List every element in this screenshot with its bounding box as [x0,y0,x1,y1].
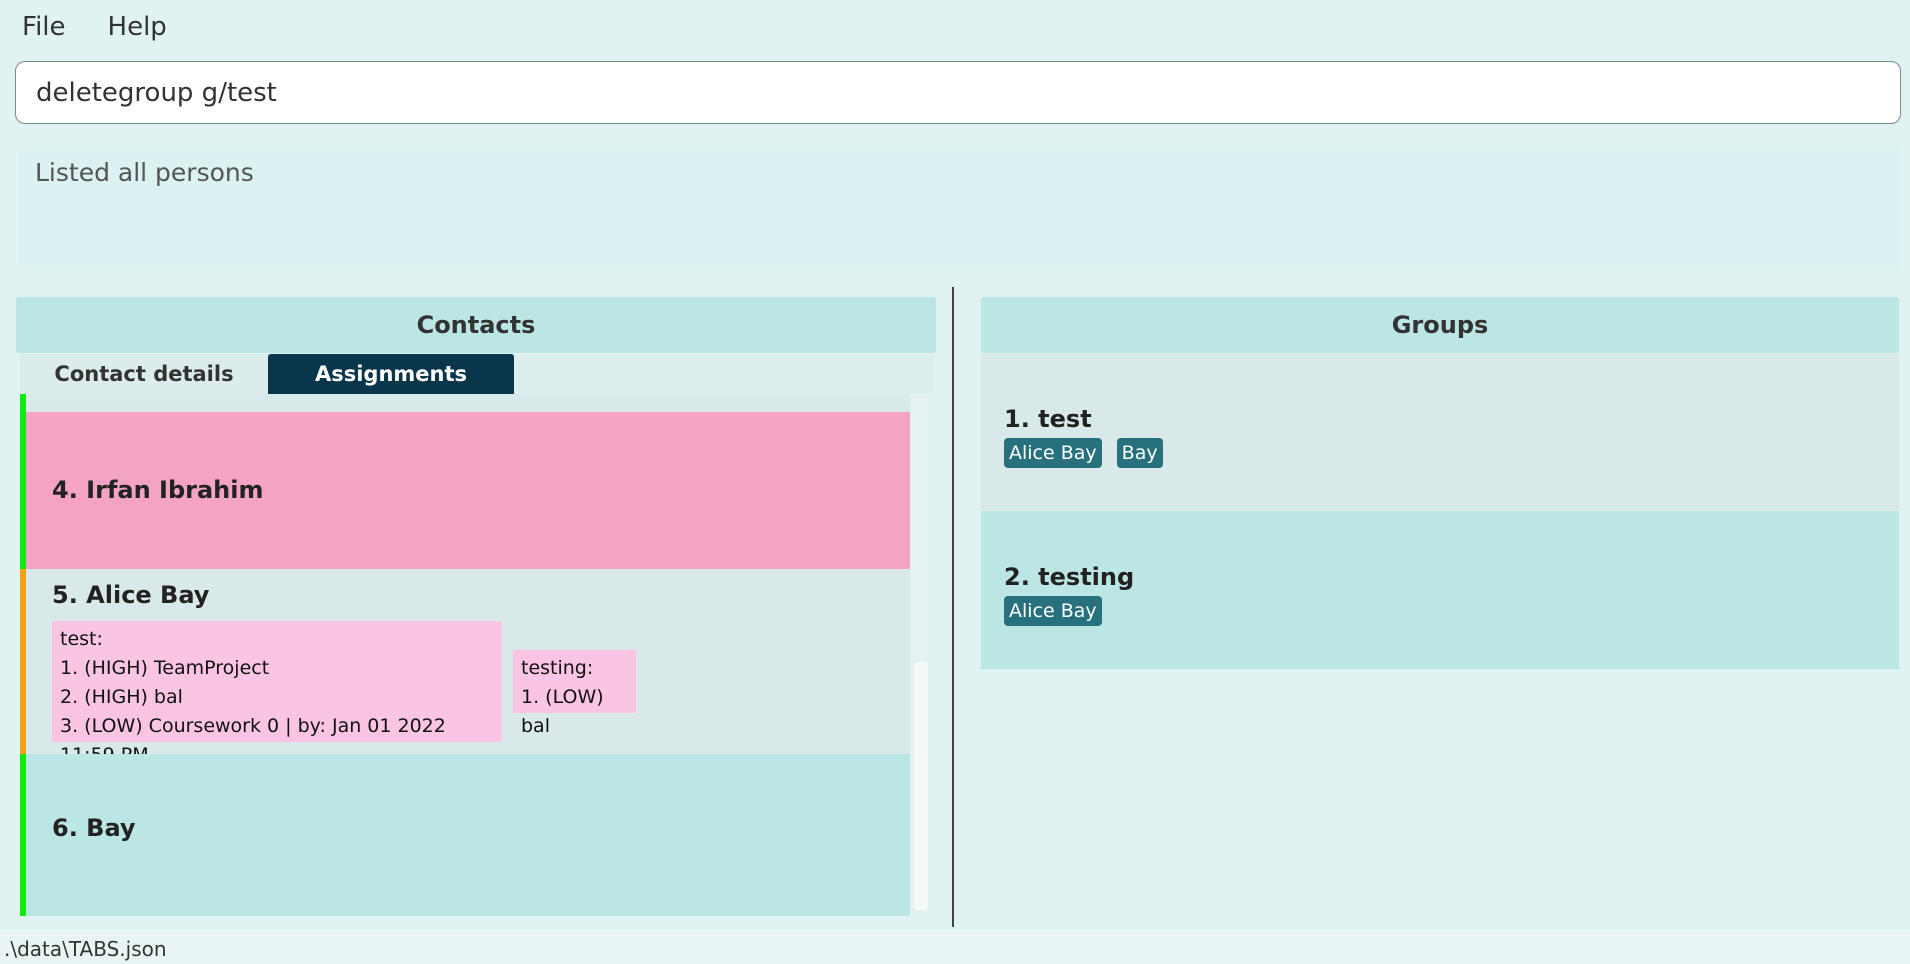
command-input[interactable] [15,61,1901,124]
group-card-test[interactable]: 1. test Alice Bay Bay [981,353,1899,511]
member-tag: Alice Bay [1004,438,1102,468]
group-list: 1. test Alice Bay Bay 2. testing Alice B… [981,353,1899,916]
contacts-tabs: Contact details Assignments [20,354,934,394]
split-pane-divider[interactable] [952,287,954,927]
app-window: File Help Listed all persons Contacts Co… [0,0,1910,964]
contact-name: 5. Alice Bay [52,581,210,609]
member-tag: Bay [1116,438,1163,468]
contact-list-scrollbar-thumb[interactable] [914,662,928,910]
contact-card-bay[interactable]: 6. Bay [20,754,910,916]
assignment-group-test: test: 1. (HIGH) TeamProject 2. (HIGH) ba… [52,621,502,766]
member-tag: Alice Bay [1004,596,1102,626]
groups-header: Groups [981,297,1899,353]
assignment-group-title: test: [60,628,103,650]
group-name: 1. test [1004,405,1092,433]
menu-help[interactable]: Help [100,6,175,48]
assignment-item: 1. (LOW) bal [521,686,604,737]
menu-file[interactable]: File [14,6,74,48]
group-members: Alice Bay [1004,596,1117,626]
tab-assignments[interactable]: Assignments [268,354,514,394]
assignment-group-title: testing: [521,657,594,679]
contact-card-partial[interactable] [20,394,910,412]
save-location: .\data\TABS.json [4,937,167,961]
assignment-item: 2. (HIGH) bal [60,686,183,708]
contact-name: 4. Irfan Ibrahim [52,476,264,504]
contacts-header: Contacts [16,297,936,353]
group-name: 2. testing [1004,563,1135,591]
group-card-testing[interactable]: 2. testing Alice Bay [981,511,1899,669]
contact-list: 4. Irfan Ibrahim 5. Alice Bay test: 1. (… [20,394,910,916]
group-members: Alice Bay Bay [1004,438,1178,468]
menu-bar: File Help [0,0,1910,54]
contact-card-irfan[interactable]: 4. Irfan Ibrahim [20,412,910,569]
tab-contact-details[interactable]: Contact details [20,354,268,394]
status-bar: .\data\TABS.json [0,930,1910,964]
contact-card-alice[interactable]: 5. Alice Bay test: 1. (HIGH) TeamProject… [20,569,910,766]
assignment-item: 1. (HIGH) TeamProject [60,657,270,679]
result-display: Listed all persons [18,146,1900,270]
assignment-group-testing: testing: 1. (LOW) bal [513,650,636,737]
contact-name: 6. Bay [52,814,136,842]
